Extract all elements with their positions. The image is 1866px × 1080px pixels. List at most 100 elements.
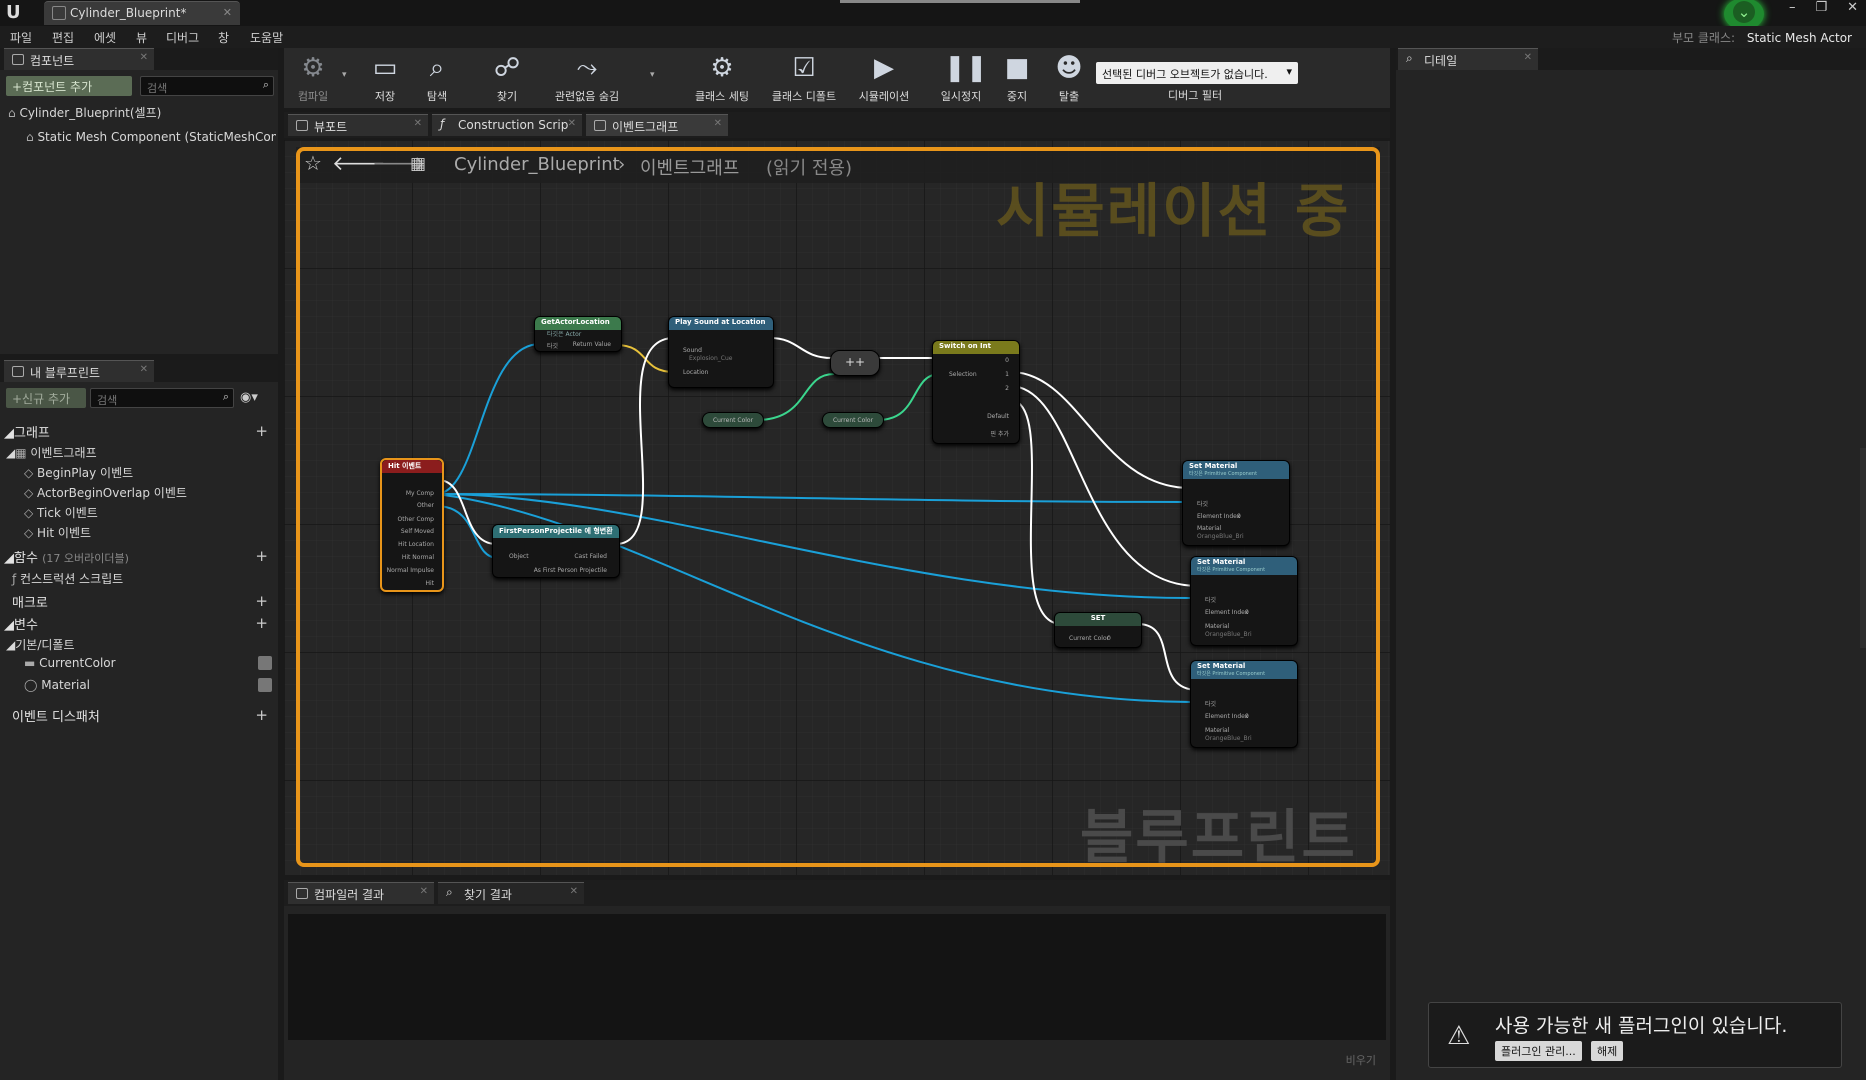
menu-file[interactable]: 파일 <box>10 29 32 46</box>
scrollbar[interactable] <box>1860 448 1866 648</box>
tab-components[interactable]: 컴포넌트 ✕ <box>4 48 154 70</box>
pin-value[interactable]: 0 <box>1245 609 1249 616</box>
close-icon[interactable]: ✕ <box>570 886 578 897</box>
node-play-sound[interactable]: Play Sound at Location Sound Explosion_C… <box>668 316 774 388</box>
close-icon[interactable]: ✕ <box>223 6 232 19</box>
construction-script-item[interactable]: ƒ 컨스트럭션 스크립트 <box>12 570 123 587</box>
dismiss-button[interactable]: 해제 <box>1591 1041 1624 1061</box>
add-pin-button[interactable]: 핀 추가 <box>991 429 1009 438</box>
node-cast[interactable]: FirstPersonProjectile 에 형변환 Object Cast … <box>492 524 620 578</box>
pause-button[interactable]: ❚❚ 일시정지 <box>932 50 990 106</box>
menu-window[interactable]: 창 <box>218 29 229 46</box>
node-get-actor-location[interactable]: GetActorLocation 타깃은 Actor 타깃 Return Val… <box>534 316 622 352</box>
menu-edit[interactable]: 편집 <box>52 29 74 46</box>
pin-value[interactable]: OrangeBlue_Bri <box>1205 735 1252 742</box>
visibility-toggle[interactable] <box>258 656 272 670</box>
add-icon[interactable]: + <box>255 614 268 632</box>
event-item[interactable]: ◇ Hit 이벤트 <box>24 524 91 541</box>
close-icon[interactable]: ✕ <box>568 118 576 129</box>
browse-button[interactable]: ⌕ 탐색 <box>408 50 466 106</box>
tab-find-results[interactable]: ⌕ 찾기 결과 ✕ <box>438 882 584 904</box>
document-tab[interactable]: Cylinder_Blueprint* ✕ <box>44 1 240 25</box>
pin-value[interactable]: 0 <box>1245 713 1249 720</box>
breadcrumb-blueprint[interactable]: Cylinder_Blueprint <box>454 154 620 175</box>
tab-event-graph[interactable]: 이벤트그래프 ✕ <box>586 114 728 136</box>
menu-asset[interactable]: 에셋 <box>94 29 116 46</box>
add-new-button[interactable]: +신규 추가 <box>6 388 86 408</box>
pin-value[interactable]: 0 <box>1107 635 1111 642</box>
add-icon[interactable]: + <box>255 422 268 440</box>
class-settings-button[interactable]: ⚙ 클래스 세팅 <box>684 50 760 106</box>
event-graph-item[interactable]: ◢▦ 이벤트그래프 <box>6 444 97 461</box>
node-set-material-1[interactable]: Set Material 타깃은 Primitive Component 타깃 E… <box>1182 460 1290 546</box>
visibility-toggle[interactable] <box>258 678 272 692</box>
debug-object-select[interactable]: 선택된 디버그 오브젝트가 없습니다. ▾ <box>1096 62 1298 84</box>
star-icon[interactable]: ☆ <box>304 151 322 175</box>
pin-value[interactable]: OrangeBlue_Bri <box>1197 533 1244 540</box>
eject-button[interactable]: ☻ 탈출 <box>1040 50 1098 106</box>
manage-plugins-button[interactable]: 플러그인 관리... <box>1495 1041 1582 1061</box>
add-icon[interactable]: + <box>255 547 268 565</box>
unreal-logo-icon[interactable]: U <box>6 2 28 24</box>
compile-button[interactable]: ⚙ 컴파일 <box>284 50 342 106</box>
menu-debug[interactable]: 디버그 <box>166 29 199 46</box>
pin-value[interactable]: OrangeBlue_Bri <box>1205 631 1252 638</box>
node-set-material-3[interactable]: Set Material 타깃은 Primitive Component 타깃 E… <box>1190 660 1298 748</box>
clear-button[interactable]: 비우기 <box>1346 1052 1376 1068</box>
node-increment[interactable]: ++ <box>830 350 880 376</box>
components-search-input[interactable]: 검색 ⌕ <box>140 76 274 96</box>
section-variables[interactable]: ◢변수 + <box>4 614 276 635</box>
tab-viewport[interactable]: 뷰포트 ✕ <box>288 114 428 136</box>
breadcrumb-graph[interactable]: 이벤트그래프 <box>640 154 739 180</box>
parent-class-link[interactable]: Static Mesh Actor <box>1747 31 1852 45</box>
dropdown-icon[interactable]: ▾ <box>650 70 655 80</box>
tree-root[interactable]: ⌂ Cylinder_Blueprint(셀프) <box>8 104 161 121</box>
save-button[interactable]: ▭ 저장 <box>356 50 414 106</box>
tab-compiler-results[interactable]: 컴파일러 결과 ✕ <box>288 882 434 904</box>
stop-button[interactable]: ■ 중지 <box>988 50 1046 106</box>
node-set-material-2[interactable]: Set Material 타깃은 Primitive Component 타깃 E… <box>1190 556 1298 646</box>
blueprint-search-input[interactable]: 검색 ⌕ <box>90 388 234 408</box>
close-icon[interactable]: ✕ <box>420 886 428 897</box>
node-hit-event[interactable]: Hit 이벤트 My Comp Other Other Comp Self Mo… <box>380 458 444 592</box>
menu-help[interactable]: 도움말 <box>250 29 283 46</box>
close-icon[interactable]: ✕ <box>140 364 148 375</box>
defaults-category[interactable]: ◢기본/디폴트 <box>6 636 74 653</box>
tab-my-blueprint[interactable]: 내 블루프린트 ✕ <box>4 360 154 382</box>
event-item[interactable]: ◇ ActorBeginOverlap 이벤트 <box>24 484 187 501</box>
node-current-color-2[interactable]: Current Color <box>822 412 884 428</box>
close-icon[interactable]: ✕ <box>1524 52 1532 63</box>
close-icon[interactable]: ✕ <box>414 118 422 129</box>
tree-child[interactable]: ⌂ Static Mesh Component (StaticMeshCompo <box>26 130 276 144</box>
close-window-icon[interactable]: ✕ <box>1847 0 1858 22</box>
minimize-icon[interactable]: – <box>1789 0 1796 22</box>
node-switch-on-int[interactable]: Switch on Int Selection 0 1 2 Default 핀 … <box>932 340 1020 444</box>
node-current-color-1[interactable]: Current Color <box>702 412 764 428</box>
menu-view[interactable]: 뷰 <box>136 29 147 46</box>
add-icon[interactable]: + <box>255 592 268 610</box>
hide-unrelated-button[interactable]: ⤳ 관련없음 숨김 <box>546 50 628 106</box>
tab-details[interactable]: ⌕ 디테일 ✕ <box>1398 48 1538 70</box>
section-functions[interactable]: ◢함수 (17 오버라이더블) + <box>4 547 276 568</box>
class-defaults-button[interactable]: ☑ 클래스 디폴트 <box>764 50 844 106</box>
event-item[interactable]: ◇ BeginPlay 이벤트 <box>24 464 133 481</box>
add-component-button[interactable]: +컴포넌트 추가 <box>6 76 132 96</box>
pin-value[interactable]: 0 <box>1237 513 1241 520</box>
section-dispatchers[interactable]: 이벤트 디스패처 + <box>4 706 276 727</box>
event-item[interactable]: ◇ Tick 이벤트 <box>24 504 98 521</box>
find-button[interactable]: ☍ 찾기 <box>478 50 536 106</box>
section-macros[interactable]: 매크로 + <box>4 592 276 613</box>
eye-icon[interactable]: ◉▾ <box>240 390 258 405</box>
close-icon[interactable]: ✕ <box>140 52 148 63</box>
pin-value[interactable]: Explosion_Cue <box>689 355 732 362</box>
add-icon[interactable]: + <box>255 706 268 724</box>
dropdown-icon[interactable]: ▾ <box>342 70 347 80</box>
restore-icon[interactable]: ❐ <box>1815 0 1827 22</box>
simulate-button[interactable]: ▶ 시뮬레이션 <box>846 50 922 106</box>
variable-item[interactable]: ▬ CurrentColor <box>24 656 274 670</box>
section-graphs[interactable]: ◢그래프 + <box>4 422 276 443</box>
tab-construction-script[interactable]: ƒ Construction Scrip ✕ <box>432 114 582 136</box>
node-set-variable[interactable]: SET Current Color 0 <box>1054 612 1142 648</box>
close-icon[interactable]: ✕ <box>714 118 722 129</box>
variable-item[interactable]: ◯ Material <box>24 678 274 692</box>
